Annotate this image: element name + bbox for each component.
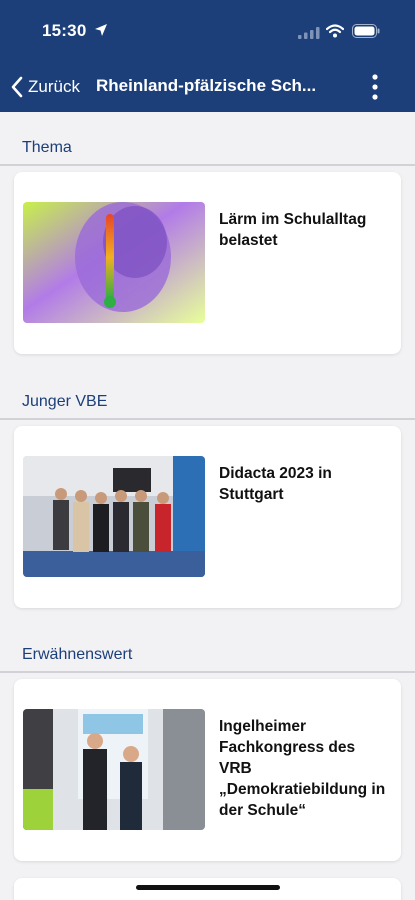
section-divider — [0, 671, 415, 673]
cellular-signal-icon — [298, 27, 320, 39]
more-options-icon[interactable] — [364, 72, 386, 102]
back-button[interactable]: Zurück — [10, 74, 80, 100]
status-time: 15:30 — [42, 21, 87, 40]
page-title: Rheinland-pfälzische Sch... — [96, 76, 317, 95]
section-divider — [0, 418, 415, 420]
article-card[interactable]: Ingelheimer Fachkongress des VRB „Demokr… — [14, 679, 401, 861]
article-title: Didacta 2023 in Stuttgart — [219, 465, 332, 503]
chevron-left-icon — [11, 76, 23, 98]
article-title: Ingelheimer Fachkongress des VRB „Demokr… — [219, 718, 386, 819]
section-title-junger-vbe: Junger VBE — [22, 393, 108, 410]
wifi-icon — [326, 24, 344, 38]
back-label: Zurück — [28, 77, 80, 96]
navigation-bar: Zurück Rheinland-pfälzische Sch... — [0, 62, 415, 112]
battery-icon — [352, 24, 380, 38]
section-title-thema: Thema — [22, 139, 72, 156]
article-image — [23, 456, 205, 577]
app-header: 15:30 Zurück Rheinland-pfälzische Sch... — [0, 0, 415, 112]
article-card[interactable]: Lärm im Schulalltag belastet — [14, 172, 401, 354]
home-indicator — [136, 885, 280, 890]
article-image — [23, 202, 205, 323]
section-title-erwaehnenswert: Erwähnenswert — [22, 646, 133, 663]
article-card[interactable]: Didacta 2023 in Stuttgart — [14, 426, 401, 608]
article-title: Lärm im Schulalltag belastet — [219, 211, 367, 249]
article-image — [23, 709, 205, 830]
location-arrow-icon — [95, 24, 107, 36]
section-divider — [0, 164, 415, 166]
status-bar: 15:30 — [0, 0, 415, 62]
